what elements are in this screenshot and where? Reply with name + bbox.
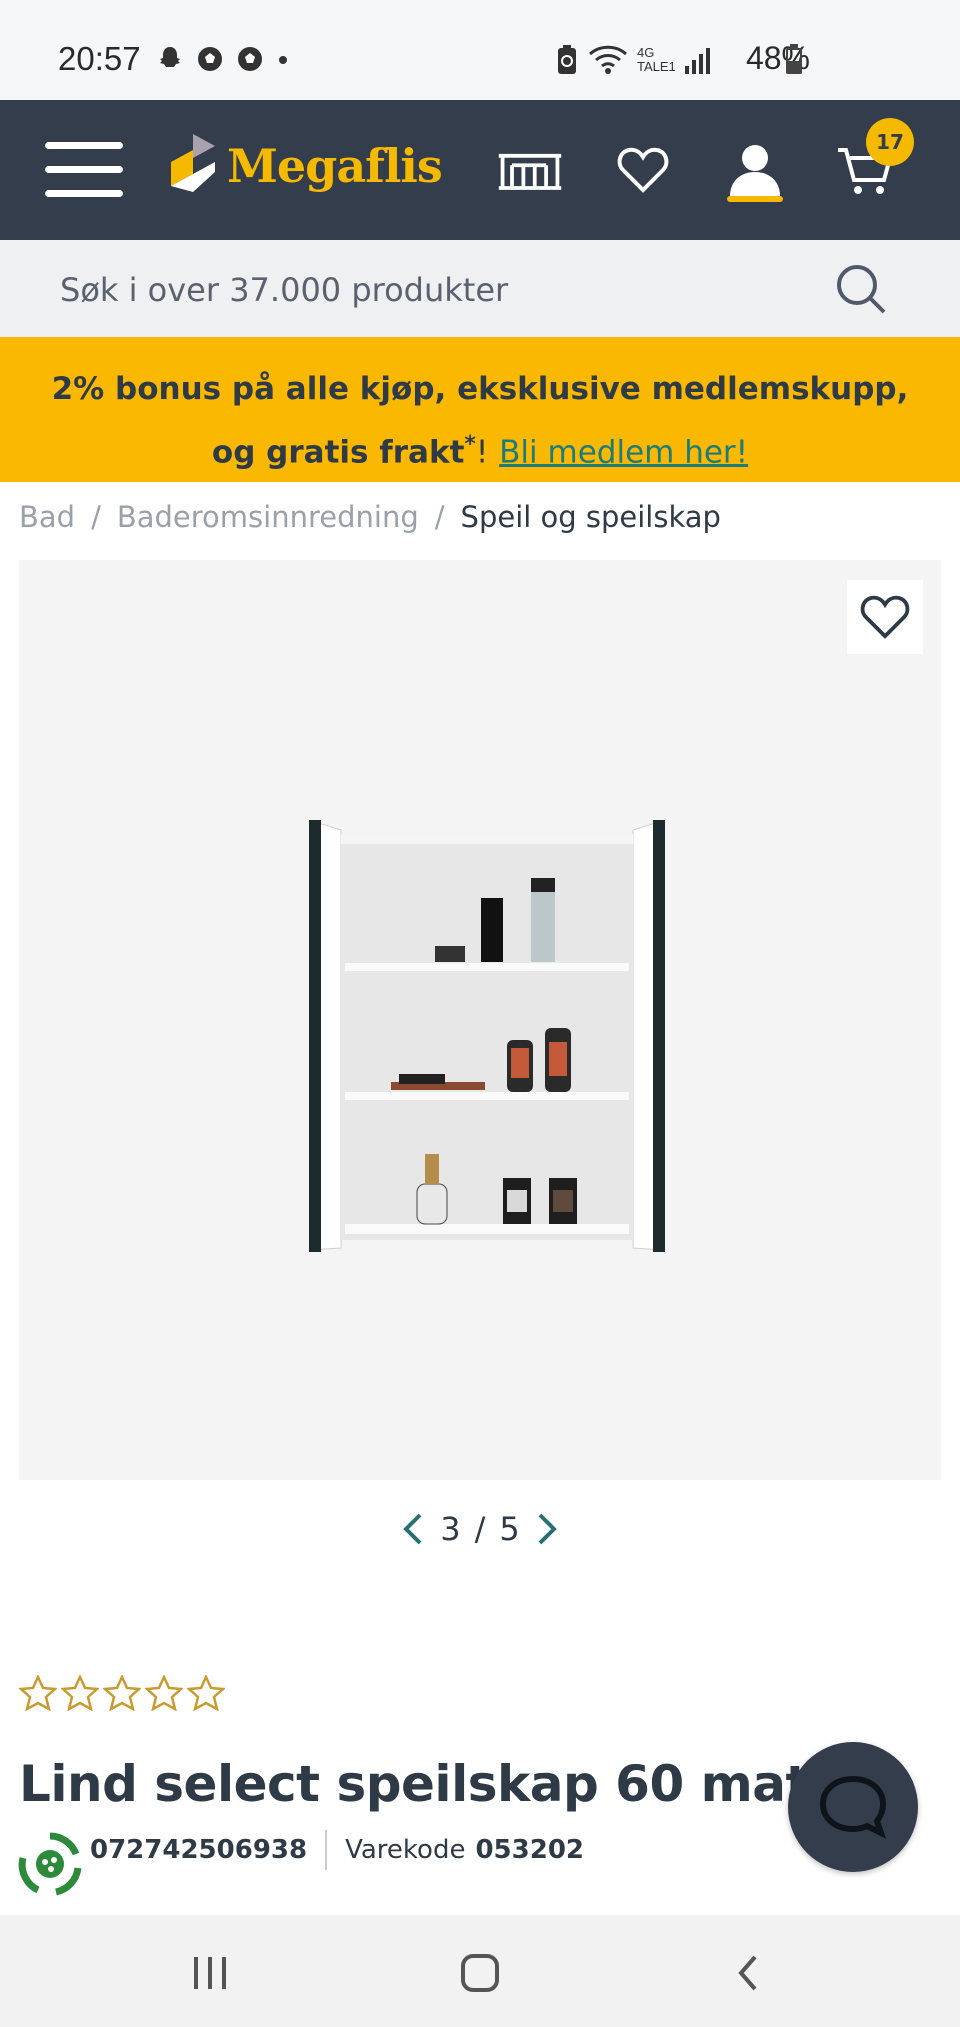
megaflis-logo[interactable]: Megaflis bbox=[165, 132, 443, 200]
search-icon bbox=[837, 265, 886, 314]
add-to-favorites-button[interactable] bbox=[847, 580, 923, 654]
chat-button[interactable] bbox=[788, 1742, 918, 1872]
sku-value: 053202 bbox=[475, 1835, 584, 1865]
menu-button[interactable] bbox=[45, 142, 123, 198]
battery-level-fill bbox=[788, 61, 800, 72]
product-title: Lind select speilskap 60 matt sort bbox=[19, 1755, 839, 1813]
star-icon bbox=[19, 1675, 57, 1711]
star-icon bbox=[61, 1675, 99, 1711]
product-rating-stars[interactable] bbox=[19, 1675, 225, 1711]
divider bbox=[325, 1830, 328, 1870]
breadcrumb-item-current: Speil og speilskap bbox=[460, 500, 721, 534]
home-button[interactable] bbox=[450, 1945, 510, 2001]
heart-icon bbox=[617, 147, 669, 193]
recycle-battery-icon bbox=[558, 45, 576, 74]
account-active-indicator bbox=[727, 196, 783, 202]
product-ean: 072742506938 bbox=[90, 1835, 308, 1865]
product-image bbox=[309, 820, 665, 1252]
favorites-button[interactable] bbox=[608, 140, 678, 200]
recent-apps-button[interactable] bbox=[180, 1945, 240, 2001]
breadcrumb-separator: / bbox=[434, 500, 445, 534]
next-image-button[interactable] bbox=[534, 1511, 560, 1547]
site-header: Megaflis 17 bbox=[0, 100, 960, 240]
product-codes: 072742506938 Varekode 053202 bbox=[90, 1830, 584, 1870]
more-notifications-dot-icon bbox=[279, 56, 287, 64]
gallery-total: 5 bbox=[499, 1510, 520, 1548]
search-input[interactable] bbox=[60, 268, 820, 312]
network-type-label: 4G TALE1 bbox=[637, 45, 676, 74]
logo-mark-icon bbox=[171, 134, 215, 192]
notification-icons bbox=[155, 44, 291, 74]
back-button[interactable] bbox=[718, 1945, 778, 2001]
promo-line-2: og gratis frakt*! Bli medlem her! bbox=[211, 432, 749, 471]
logo-text: Megaflis bbox=[227, 139, 443, 193]
battery-icon bbox=[786, 48, 802, 74]
become-member-link[interactable]: Bli medlem her! bbox=[499, 434, 748, 470]
back-icon bbox=[738, 1955, 757, 1991]
heart-icon bbox=[860, 595, 910, 639]
showroom-icon bbox=[498, 153, 562, 190]
breadcrumb-item-bad[interactable]: Bad bbox=[19, 500, 75, 534]
breadcrumb: Bad / Baderomsinnredning / Speil og spei… bbox=[19, 500, 721, 534]
star-icon bbox=[103, 1675, 141, 1711]
football-icon bbox=[198, 47, 222, 71]
chat-bubble-icon bbox=[819, 1775, 887, 1839]
gallery-current-index: 3 bbox=[440, 1510, 461, 1548]
promo-line-1: 2% bonus på alle kjøp, eksklusive medlem… bbox=[51, 371, 909, 407]
user-icon bbox=[730, 145, 780, 196]
showroom-button[interactable] bbox=[495, 140, 565, 200]
previous-image-button[interactable] bbox=[400, 1511, 426, 1547]
gallery-separator: / bbox=[474, 1510, 486, 1548]
snapchat-icon bbox=[160, 47, 180, 67]
home-icon bbox=[461, 1954, 499, 1992]
system-icons: 4G TALE1 bbox=[555, 44, 712, 76]
status-time: 20:57 bbox=[58, 40, 141, 77]
signal-icon bbox=[684, 48, 710, 74]
account-button[interactable] bbox=[720, 140, 790, 200]
eco-recycle-badge-icon bbox=[18, 1832, 82, 1896]
star-icon bbox=[187, 1675, 225, 1711]
cart-count-badge: 17 bbox=[866, 118, 914, 166]
wifi-icon bbox=[588, 45, 628, 74]
sku-label: Varekode bbox=[345, 1835, 466, 1865]
search-bar bbox=[0, 240, 960, 337]
football-icon bbox=[238, 47, 262, 71]
recent-apps-icon bbox=[194, 1957, 226, 1989]
breadcrumb-item-baderomsinnredning[interactable]: Baderomsinnredning bbox=[117, 500, 419, 534]
star-icon bbox=[145, 1675, 183, 1711]
search-button[interactable] bbox=[834, 262, 888, 316]
android-nav-bar bbox=[0, 1915, 960, 2027]
gallery-pager: 3 / 5 bbox=[380, 1510, 580, 1548]
membership-promo-banner: 2% bonus på alle kjøp, eksklusive medlem… bbox=[0, 337, 960, 482]
breadcrumb-separator: / bbox=[91, 500, 101, 534]
status-bar: 20:57 4G TALE1 48% bbox=[0, 0, 960, 100]
product-image-gallery[interactable] bbox=[19, 560, 941, 1480]
